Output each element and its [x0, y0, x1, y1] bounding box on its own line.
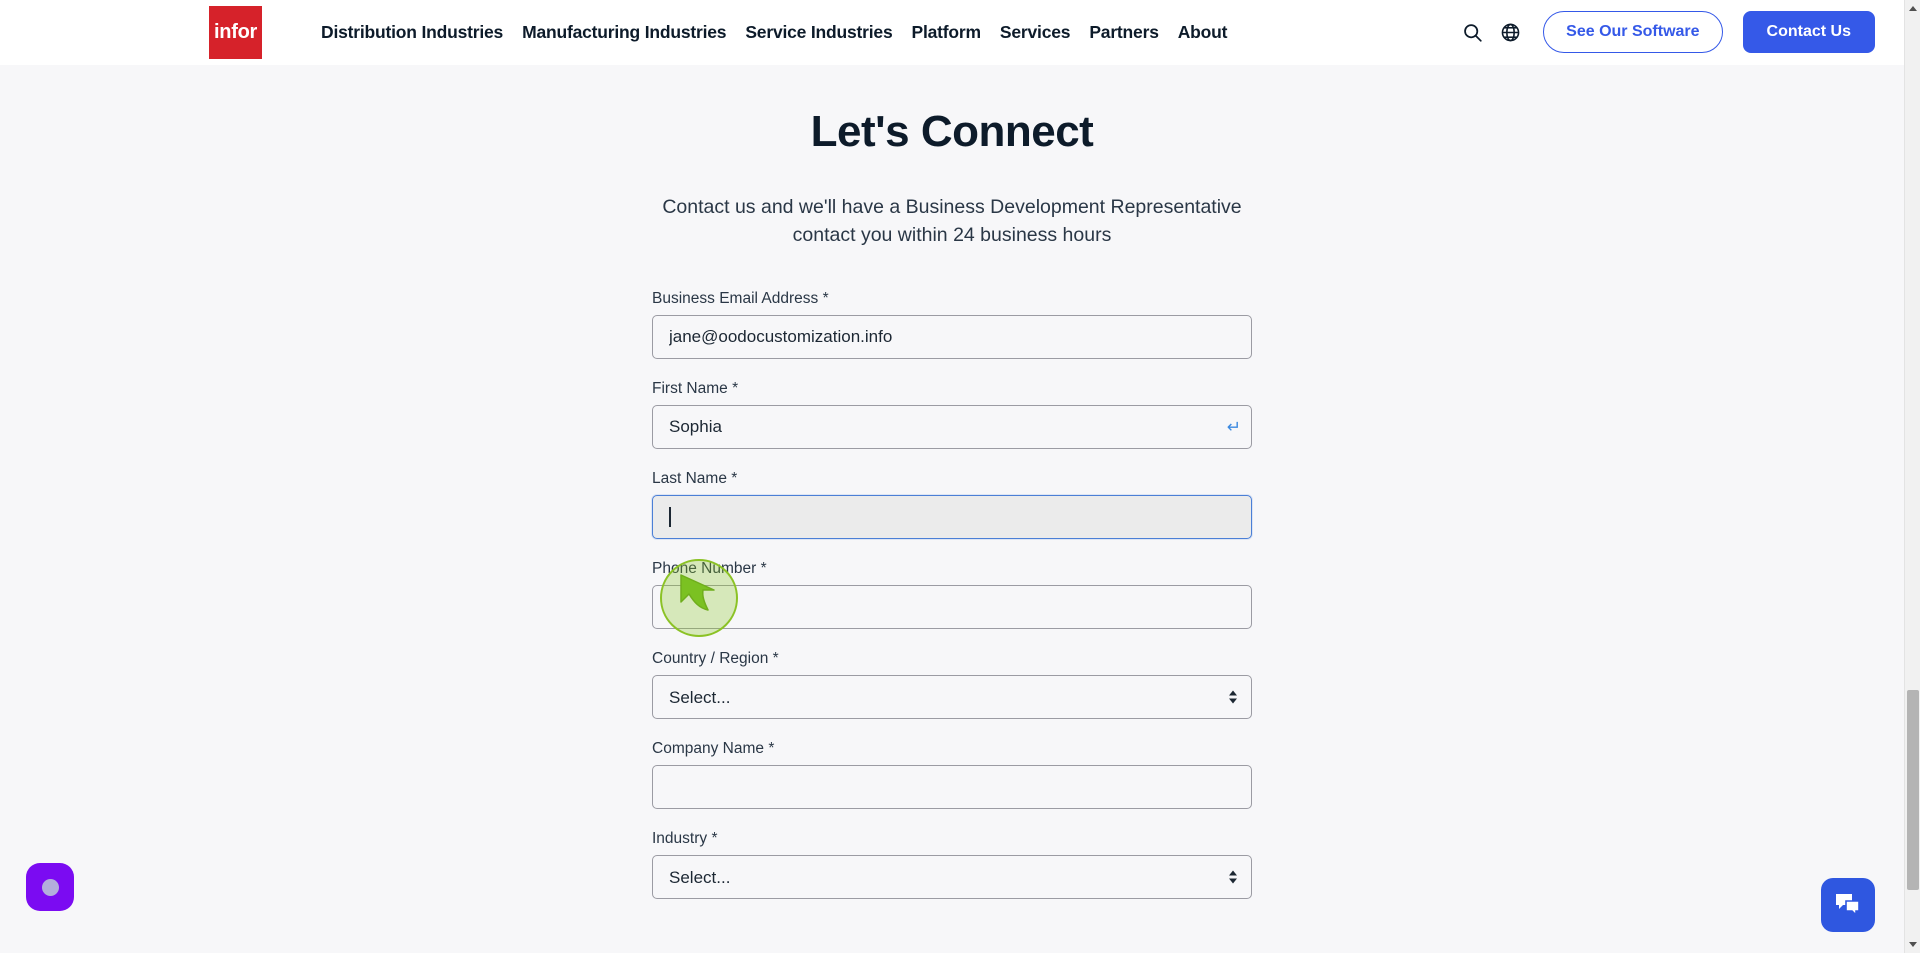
search-icon[interactable]	[1455, 15, 1489, 49]
label-text: Industry	[652, 830, 708, 848]
field-phone-number: Phone Number *	[652, 560, 1252, 630]
logo-text: infor	[214, 20, 257, 43]
field-business-email: Business Email Address *	[652, 290, 1252, 360]
label-text: First Name	[652, 380, 728, 398]
label-text: Company Name	[652, 740, 764, 758]
required-marker: *	[732, 380, 739, 398]
top-navigation-bar: infor Distribution Industries Manufactur…	[0, 0, 1904, 65]
required-marker: *	[822, 290, 829, 308]
required-marker: *	[731, 470, 738, 488]
phone-number-input[interactable]	[652, 585, 1252, 630]
label-country-region: Country / Region *	[652, 650, 1252, 668]
nav-actions: See Our Software Contact Us	[1455, 11, 1904, 53]
label-business-email: Business Email Address *	[652, 290, 1252, 308]
label-text: Phone Number	[652, 560, 757, 578]
label-last-name: Last Name *	[652, 470, 1252, 488]
company-name-input[interactable]	[652, 765, 1252, 810]
page-title: Let's Connect	[810, 107, 1094, 156]
required-marker: *	[768, 740, 775, 758]
label-industry: Industry *	[652, 830, 1252, 848]
business-email-input[interactable]	[652, 315, 1252, 360]
label-text: Last Name	[652, 470, 727, 488]
industry-select[interactable]: Select...	[652, 855, 1252, 900]
country-region-select[interactable]: Select...	[652, 675, 1252, 720]
page-content: Let's Connect Contact us and we'll have …	[0, 65, 1904, 953]
label-company-name: Company Name *	[652, 740, 1252, 758]
label-text: Country / Region	[652, 650, 769, 668]
contact-us-button[interactable]: Contact Us	[1742, 11, 1875, 53]
infor-logo[interactable]: infor	[209, 5, 262, 59]
nav-item-services[interactable]: Services	[1000, 22, 1071, 43]
required-marker: *	[760, 560, 767, 578]
page-subtitle: Contact us and we'll have a Business Dev…	[662, 196, 1242, 246]
chat-widget-button[interactable]	[1821, 878, 1875, 932]
see-our-software-button[interactable]: See Our Software	[1543, 11, 1723, 53]
field-last-name: Last Name *	[652, 470, 1252, 540]
label-first-name: First Name *	[652, 380, 1252, 398]
label-phone-number: Phone Number *	[652, 560, 1252, 578]
text-cursor	[669, 507, 671, 528]
globe-icon[interactable]	[1493, 15, 1527, 49]
accessibility-widget-dot	[41, 878, 59, 896]
nav-item-partners[interactable]: Partners	[1089, 22, 1159, 43]
scroll-down-arrow-icon[interactable]	[1905, 936, 1920, 953]
nav-item-service-industries[interactable]: Service Industries	[745, 22, 892, 43]
vertical-scrollbar[interactable]	[1904, 0, 1920, 953]
primary-nav-links: Distribution Industries Manufacturing In…	[321, 22, 1227, 43]
scroll-thumb[interactable]	[1907, 690, 1919, 890]
label-text: Business Email Address	[652, 290, 819, 308]
field-company-name: Company Name *	[652, 740, 1252, 810]
accessibility-widget-button[interactable]	[26, 863, 74, 911]
last-name-input[interactable]	[652, 495, 1252, 540]
nav-item-platform[interactable]: Platform	[912, 22, 982, 43]
first-name-input[interactable]	[652, 405, 1252, 450]
required-marker: *	[711, 830, 718, 848]
field-first-name: First Name * ↵	[652, 380, 1252, 450]
required-marker: *	[772, 650, 779, 668]
contact-form: Business Email Address * First Name * ↵ …	[652, 290, 1252, 900]
field-industry: Industry * Select...	[652, 830, 1252, 900]
hero-section: Let's Connect Contact us and we'll have …	[0, 65, 1904, 249]
field-country-region: Country / Region * Select...	[652, 650, 1252, 720]
chat-bubbles-icon	[1836, 894, 1860, 917]
nav-item-manufacturing-industries[interactable]: Manufacturing Industries	[522, 22, 726, 43]
scroll-up-arrow-icon[interactable]	[1905, 0, 1920, 17]
nav-item-distribution-industries[interactable]: Distribution Industries	[321, 22, 503, 43]
nav-item-about[interactable]: About	[1178, 22, 1228, 43]
